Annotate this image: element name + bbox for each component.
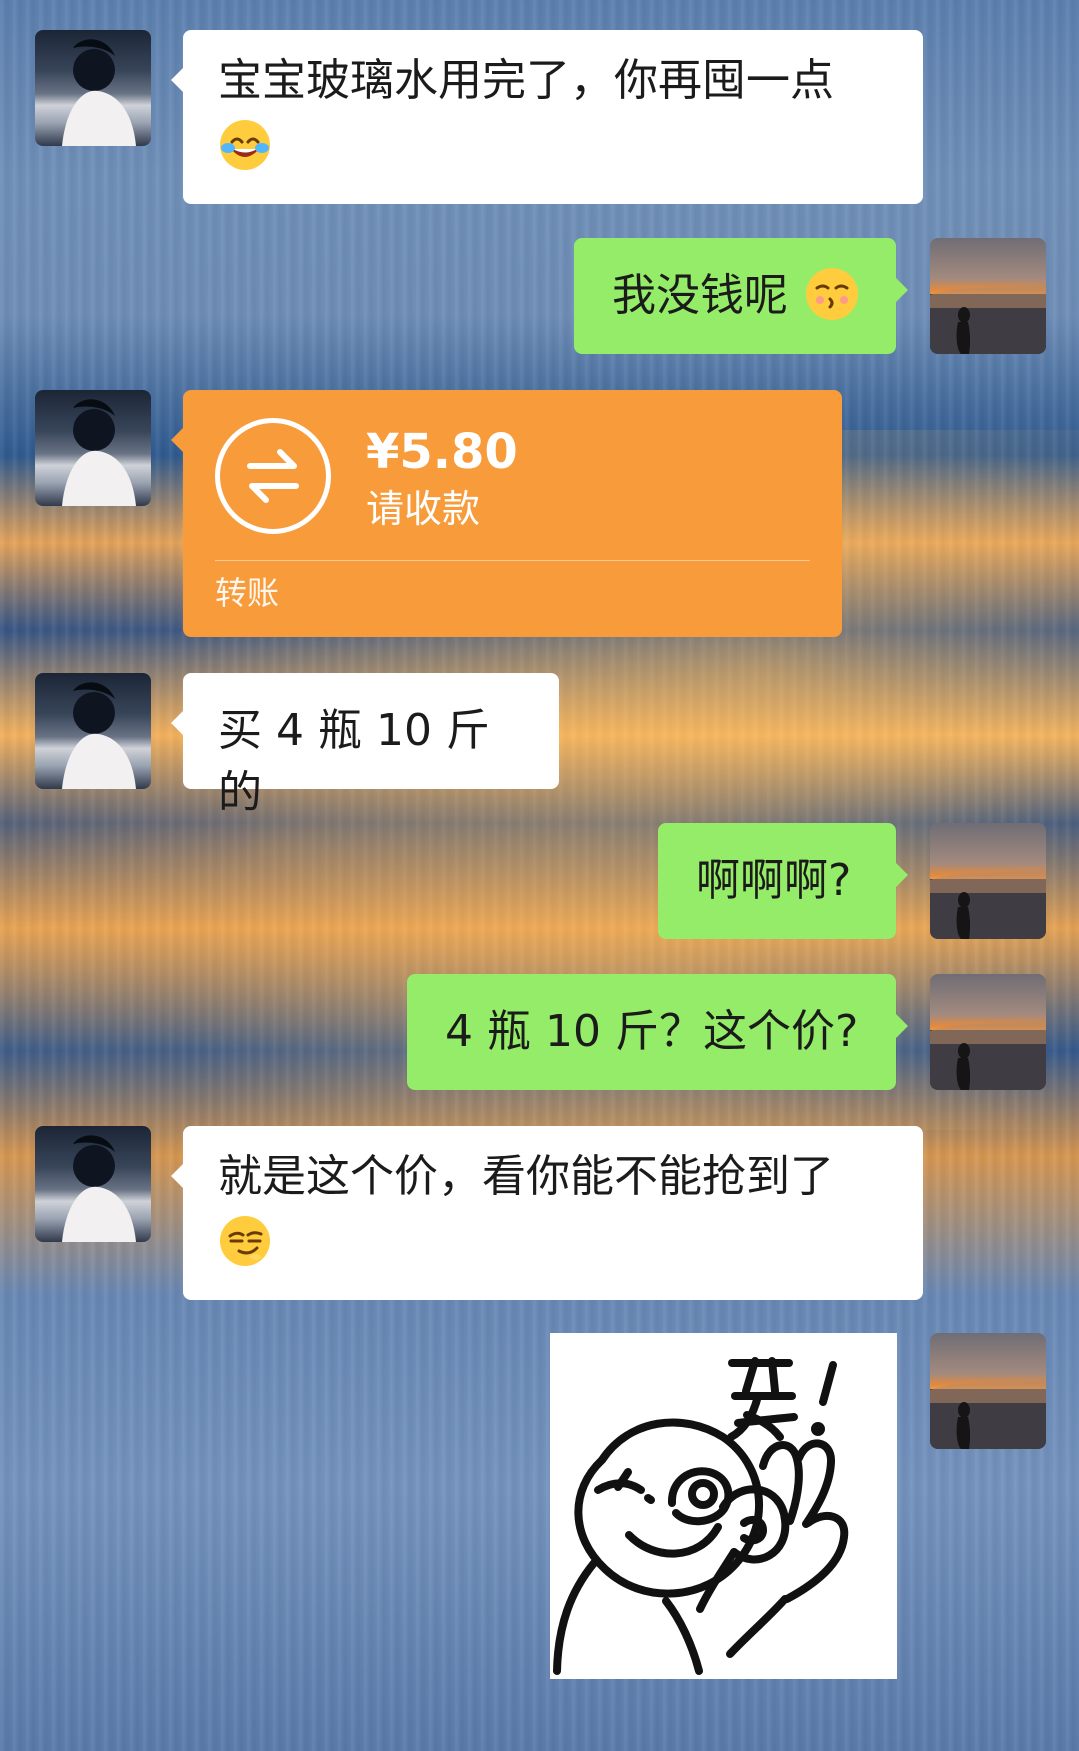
transfer-amount: ¥5.80	[366, 424, 518, 480]
outgoing-message-bubble[interactable]: 4 瓶 10 斤？这个价?	[407, 974, 908, 1090]
message-text: 宝宝玻璃水用完了，你再囤一点	[218, 55, 834, 106]
incoming-message-bubble[interactable]: 就是这个价，看你能不能抢到了	[171, 1126, 923, 1300]
transfer-status: 请收款	[366, 487, 481, 531]
my-avatar[interactable]	[930, 974, 1046, 1090]
message-text: 4 瓶 10 斤？这个价?	[445, 1006, 859, 1057]
my-avatar[interactable]	[930, 1333, 1046, 1449]
face-with-tears-of-joy-icon	[218, 118, 272, 172]
incoming-message-bubble[interactable]: 宝宝玻璃水用完了，你再囤一点	[171, 30, 923, 204]
kissing-face-with-closed-eyes-icon	[804, 266, 860, 322]
contact-avatar[interactable]	[35, 673, 151, 789]
my-avatar[interactable]	[930, 238, 1046, 354]
message-text: 买 4 瓶 10 斤的	[218, 705, 490, 818]
outgoing-message-bubble[interactable]: 我没钱呢	[574, 238, 908, 354]
transfer-message-card[interactable]: ¥5.80 请收款 转账	[171, 390, 842, 637]
chat-background-streaks	[0, 0, 1079, 1751]
sticker-message[interactable]	[550, 1333, 897, 1679]
incoming-message-bubble[interactable]: 买 4 瓶 10 斤的	[171, 673, 559, 818]
winking-ok-hand-sticker-icon	[553, 1357, 849, 1675]
message-text: 我没钱呢	[612, 270, 788, 321]
my-avatar[interactable]	[930, 823, 1046, 939]
message-text: 啊啊啊?	[696, 855, 852, 906]
smirking-face-icon	[218, 1214, 272, 1268]
contact-avatar[interactable]	[35, 390, 151, 506]
transfer-divider	[215, 560, 810, 561]
contact-avatar[interactable]	[35, 30, 151, 146]
transfer-exchange-icon	[215, 418, 331, 534]
contact-avatar[interactable]	[35, 1126, 151, 1242]
transfer-label: 转账	[215, 574, 280, 612]
message-text: 就是这个价，看你能不能抢到了	[218, 1151, 834, 1202]
outgoing-message-bubble[interactable]: 啊啊啊?	[658, 823, 908, 939]
